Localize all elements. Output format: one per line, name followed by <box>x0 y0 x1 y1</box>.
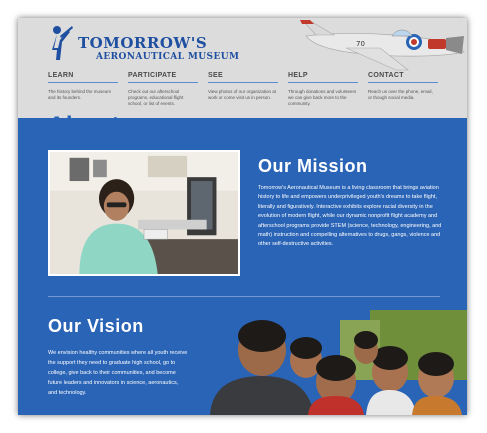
nav-label[interactable]: SEE <box>208 72 278 83</box>
nav-label[interactable]: PARTICIPATE <box>128 72 198 83</box>
nav-description: Through donations and volunteers we can … <box>288 89 357 106</box>
nav-item-contact[interactable]: CONTACT Reach us over the phone, email, … <box>368 72 438 101</box>
vision-text: We envision healthy communities where al… <box>48 350 188 396</box>
aviator-logo-icon[interactable] <box>48 24 74 62</box>
nav-item-see[interactable]: SEE View photos of our organization at w… <box>208 72 278 101</box>
page-frame: TOMORROW'S AERONAUTICAL MUSEUM 70 LEARN … <box>18 18 467 415</box>
nav-label[interactable]: CONTACT <box>368 72 438 83</box>
nav-label[interactable]: HELP <box>288 72 358 83</box>
nav-description: The history behind the museum and its fo… <box>48 89 112 100</box>
nav-description: Reach us over the phone, email, or thoug… <box>368 89 433 100</box>
svg-text:70: 70 <box>356 40 365 48</box>
nav-description: Check out our afterschool programs, educ… <box>128 89 184 106</box>
vision-heading: Our Vision <box>48 316 144 336</box>
page-title: About <box>48 112 120 139</box>
nav-description: View photos of our organization at work … <box>208 89 276 100</box>
nav-item-learn[interactable]: LEARN The history behind the museum and … <box>48 72 118 101</box>
nav-label[interactable]: LEARN <box>48 72 118 83</box>
logo-subtitle[interactable]: AERONAUTICAL MUSEUM <box>96 52 239 62</box>
section-divider <box>48 296 440 297</box>
logo-title[interactable]: TOMORROW'S <box>78 34 207 52</box>
nav-item-participate[interactable]: PARTICIPATE Check out our afterschool pr… <box>128 72 198 107</box>
nav-item-help[interactable]: HELP Through donations and volunteers we… <box>288 72 358 107</box>
student-computer-photo <box>48 150 240 276</box>
mission-heading: Our Mission <box>258 156 368 176</box>
mission-text: Tomorrow's Aeronautical Museum is a livi… <box>258 185 442 248</box>
site-header: TOMORROW'S AERONAUTICAL MUSEUM 70 LEARN … <box>18 18 467 118</box>
group-kids-photo <box>190 310 467 415</box>
airplane-illustration: 70 <box>300 20 465 71</box>
